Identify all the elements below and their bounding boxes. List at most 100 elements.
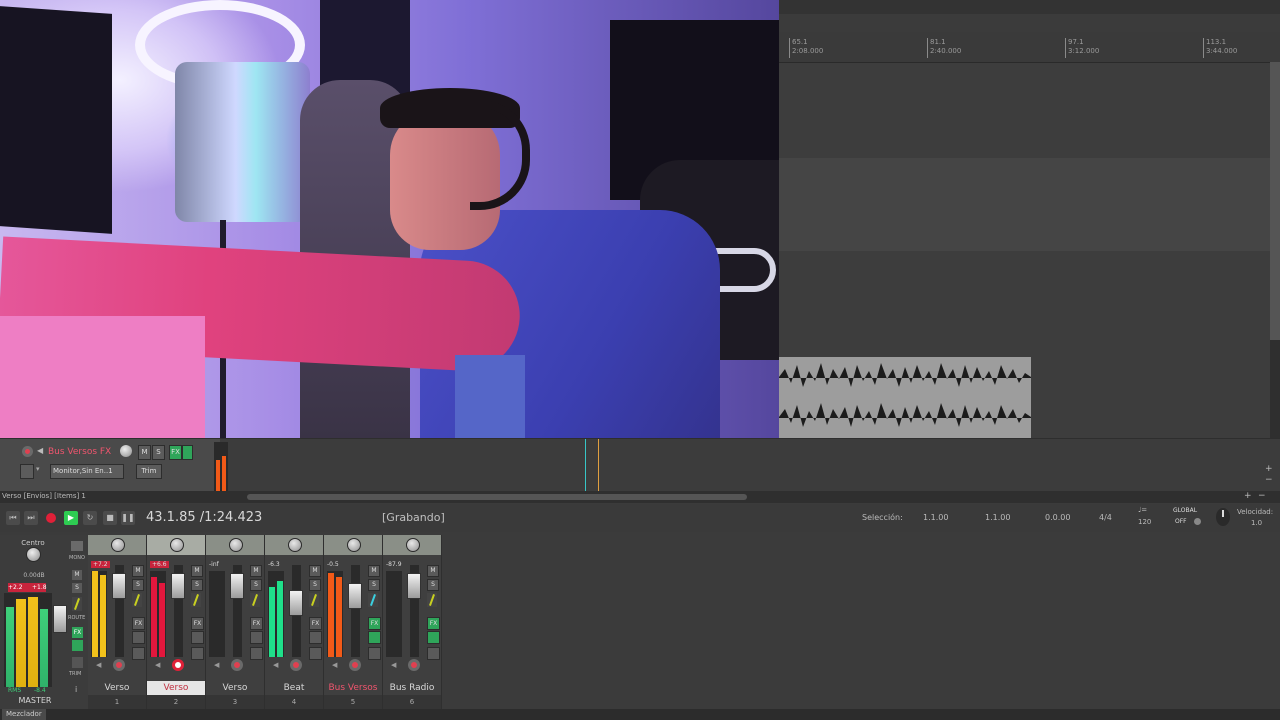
track-name[interactable]: Verso xyxy=(88,681,146,695)
record-arm-button[interactable] xyxy=(408,659,420,671)
master-trim-icon[interactable] xyxy=(72,657,83,668)
master-envelope-button[interactable] xyxy=(72,597,82,611)
track-lane[interactable] xyxy=(779,158,1270,251)
track-name[interactable]: Verso xyxy=(206,681,264,695)
go-to-start-button[interactable]: ⏮ xyxy=(6,511,20,525)
track-header[interactable]: ◀ Bus Versos FX M S FX ▾ Monitor,Sin En.… xyxy=(0,439,228,491)
volume-fader[interactable] xyxy=(171,573,185,599)
go-to-end-button[interactable]: ⏭ xyxy=(24,511,38,525)
pan-knob[interactable] xyxy=(111,538,125,552)
envelope-button[interactable] xyxy=(427,593,437,607)
master-mute-button[interactable]: M xyxy=(72,570,82,580)
master-mono-icon[interactable] xyxy=(71,541,83,551)
envelope-button[interactable] xyxy=(368,593,378,607)
fx-bypass-button[interactable] xyxy=(191,631,204,644)
fx-button[interactable]: FX xyxy=(368,617,381,630)
envelope-button[interactable] xyxy=(132,593,142,607)
record-button[interactable] xyxy=(44,511,58,525)
master-fx-bypass[interactable] xyxy=(72,640,83,651)
input-fx-button[interactable] xyxy=(309,647,322,660)
solo-button[interactable]: S xyxy=(191,579,203,591)
time-signature[interactable]: 4/4 xyxy=(1099,513,1112,522)
mute-button[interactable]: M xyxy=(250,565,262,577)
speaker-icon[interactable]: ◀ xyxy=(155,661,160,669)
solo-button[interactable]: S xyxy=(309,579,321,591)
volume-fader[interactable] xyxy=(407,573,421,599)
mute-button[interactable]: M xyxy=(132,565,144,577)
fx-button[interactable]: FX xyxy=(169,445,182,460)
fx-bypass-button[interactable] xyxy=(132,631,145,644)
track-name[interactable]: Beat xyxy=(265,681,323,695)
envelope-button[interactable] xyxy=(250,593,260,607)
solo-button[interactable]: S xyxy=(132,579,144,591)
speaker-icon[interactable]: ◀ xyxy=(214,661,219,669)
global-automation-label[interactable]: GLOBAL xyxy=(1173,507,1197,514)
input-fx-button[interactable] xyxy=(427,647,440,660)
solo-button[interactable]: S xyxy=(250,579,262,591)
input-fx-button[interactable] xyxy=(191,647,204,660)
timeline-ruler[interactable]: 65.1 2:08.000 81.1 2:40.000 97.1 3:12.000 1… xyxy=(779,32,1280,63)
speaker-icon[interactable]: ◀ xyxy=(332,661,337,669)
track-lane[interactable] xyxy=(779,251,1270,357)
record-mode-button[interactable] xyxy=(20,464,34,479)
trim-button[interactable]: Trim xyxy=(136,464,162,479)
master-solo-button[interactable]: S xyxy=(72,583,82,593)
volume-fader[interactable] xyxy=(112,573,126,599)
chevron-down-icon[interactable]: ▾ xyxy=(36,465,40,473)
input-fx-button[interactable] xyxy=(368,647,381,660)
pan-knob[interactable] xyxy=(170,538,184,552)
zoom-out-icon[interactable]: − xyxy=(1265,475,1273,485)
record-arm-button[interactable] xyxy=(231,659,243,671)
fx-bypass-button[interactable] xyxy=(182,445,193,460)
input-fx-button[interactable] xyxy=(250,647,263,660)
fx-bypass-button[interactable] xyxy=(250,631,263,644)
audio-item-waveform[interactable] xyxy=(779,357,1031,438)
fx-button[interactable]: FX xyxy=(250,617,263,630)
volume-fader[interactable] xyxy=(230,573,244,599)
track-name[interactable]: Verso xyxy=(147,681,205,695)
zoom-out-horizontal-icon[interactable]: − xyxy=(1258,491,1266,501)
zoom-in-horizontal-icon[interactable]: + xyxy=(1244,491,1252,501)
fx-bypass-button[interactable] xyxy=(309,631,322,644)
info-icon[interactable]: i xyxy=(75,685,77,694)
speed-value[interactable]: 1.0 xyxy=(1251,519,1262,527)
position-display[interactable]: 43.1.85 /1:24.423 xyxy=(146,510,262,525)
fx-bypass-button[interactable] xyxy=(427,631,440,644)
master-fx-button[interactable]: FX xyxy=(72,627,83,638)
pan-knob[interactable] xyxy=(229,538,243,552)
track-name[interactable]: Bus Versos FX xyxy=(48,447,111,457)
master-pan-knob[interactable] xyxy=(26,547,41,562)
stop-button[interactable]: ■ xyxy=(103,511,117,525)
fx-button[interactable]: FX xyxy=(427,617,440,630)
pan-knob[interactable] xyxy=(347,538,361,552)
envelope-button[interactable] xyxy=(191,593,201,607)
mute-button[interactable]: M xyxy=(191,565,203,577)
mute-button[interactable]: M xyxy=(309,565,321,577)
speaker-icon[interactable]: ◀ xyxy=(391,661,396,669)
speaker-icon[interactable]: ◀ xyxy=(96,661,101,669)
rate-knob[interactable] xyxy=(1216,508,1230,526)
mixer-tab[interactable]: Mezclador xyxy=(2,709,46,720)
volume-knob[interactable] xyxy=(120,445,132,457)
speaker-icon[interactable]: ◀ xyxy=(273,661,278,669)
pause-button[interactable]: ❚❚ xyxy=(121,511,135,525)
track-name[interactable]: Bus Radio FX xyxy=(383,681,441,707)
zoom-in-icon[interactable]: + xyxy=(1265,464,1273,474)
solo-button[interactable]: S xyxy=(152,445,165,460)
solo-button[interactable]: S xyxy=(427,579,439,591)
master-route-label[interactable]: ROUTE xyxy=(68,615,85,621)
mute-button[interactable]: M xyxy=(368,565,380,577)
fx-button[interactable]: FX xyxy=(309,617,322,630)
fx-button[interactable]: FX xyxy=(132,617,145,630)
record-arm-button[interactable] xyxy=(349,659,361,671)
mute-button[interactable]: M xyxy=(138,445,151,460)
envelope-button[interactable] xyxy=(309,593,319,607)
input-fx-button[interactable] xyxy=(132,647,145,660)
speaker-icon[interactable]: ◀ xyxy=(37,446,43,455)
record-arm-button[interactable] xyxy=(113,659,125,671)
pan-knob[interactable] xyxy=(406,538,420,552)
vertical-scrollbar[interactable] xyxy=(1270,62,1280,340)
pan-knob[interactable] xyxy=(288,538,302,552)
master-fader[interactable] xyxy=(53,605,67,633)
solo-button[interactable]: S xyxy=(368,579,380,591)
